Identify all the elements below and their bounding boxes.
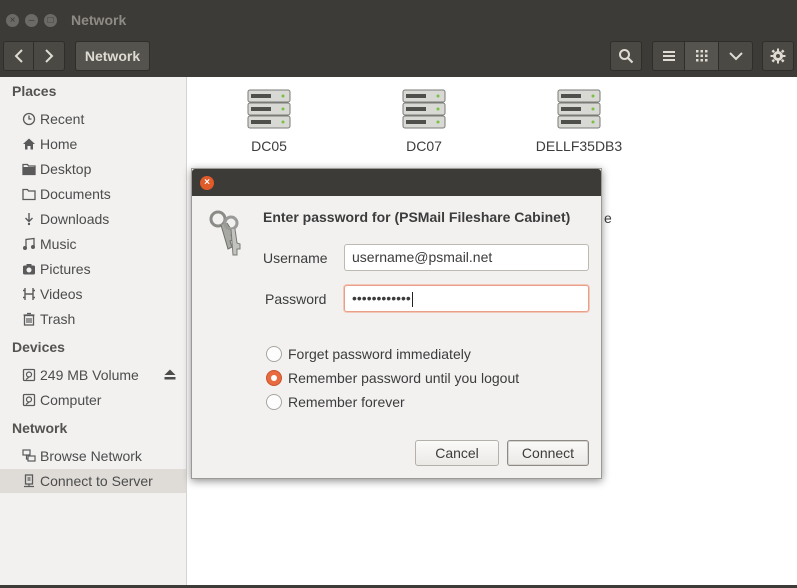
sidebar-item-trash[interactable]: Trash bbox=[0, 307, 186, 331]
sidebar-item-desktop[interactable]: Desktop bbox=[0, 157, 186, 181]
clock-icon bbox=[21, 111, 37, 127]
music-icon bbox=[21, 236, 37, 252]
home-icon bbox=[21, 136, 37, 152]
sidebar-item-label: Desktop bbox=[40, 161, 92, 177]
toolbar: Network bbox=[0, 37, 797, 77]
dialog-heading: Enter password for (PSMail Fileshare Cab… bbox=[263, 209, 571, 225]
sidebar-item-label: Connect to Server bbox=[40, 473, 153, 489]
dialog-titlebar: × bbox=[192, 169, 601, 196]
chevron-left-icon bbox=[14, 49, 23, 63]
back-button[interactable] bbox=[3, 41, 34, 71]
window-maximize-button[interactable]: □ bbox=[44, 14, 57, 27]
sidebar-item-label: Recent bbox=[40, 111, 85, 127]
sidebar-item-label: Browse Network bbox=[40, 448, 142, 464]
sidebar-item-label: Downloads bbox=[40, 211, 110, 227]
keys-icon bbox=[209, 210, 241, 256]
server-item-dc07[interactable]: DC07 bbox=[369, 89, 479, 154]
username-label: Username bbox=[263, 250, 328, 266]
server-item-dellf35db3[interactable]: DELLF35DB3 bbox=[524, 89, 634, 154]
sidebar-item-computer[interactable]: Computer bbox=[0, 388, 186, 412]
network-header: Network bbox=[12, 420, 68, 436]
sidebar-item-label: Computer bbox=[40, 392, 102, 408]
window-titlebar: × – □ Network bbox=[0, 0, 797, 37]
chevron-right-icon bbox=[45, 49, 54, 63]
download-icon bbox=[21, 211, 37, 227]
drive-icon bbox=[21, 392, 37, 408]
password-dialog: × Enter password for (PSMail Fileshare C… bbox=[191, 168, 602, 479]
forward-button[interactable] bbox=[33, 41, 65, 71]
sidebar-item-label: Documents bbox=[40, 186, 111, 202]
radio-button-checked[interactable] bbox=[266, 370, 282, 386]
gear-icon bbox=[770, 48, 786, 64]
server-icon bbox=[247, 89, 291, 129]
option-remember-forever[interactable]: Remember forever bbox=[266, 394, 405, 410]
camera-icon bbox=[21, 261, 37, 277]
drive-icon bbox=[21, 367, 37, 383]
server-connect-icon bbox=[21, 473, 37, 489]
grid-icon bbox=[695, 50, 707, 62]
folder-icon bbox=[21, 161, 37, 177]
search-icon bbox=[619, 49, 634, 64]
dialog-close-button[interactable]: × bbox=[200, 176, 214, 190]
sidebar-item-label: Videos bbox=[40, 286, 83, 302]
window-minimize-button[interactable]: – bbox=[25, 14, 38, 27]
path-bar-button[interactable]: Network bbox=[75, 41, 150, 71]
partially-hidden-label: e bbox=[604, 210, 612, 226]
cancel-button[interactable]: Cancel bbox=[415, 440, 499, 466]
password-field[interactable]: •••••••••••• bbox=[344, 285, 589, 312]
sidebar-item-home[interactable]: Home bbox=[0, 132, 186, 156]
sidebar-item-label: Trash bbox=[40, 311, 76, 327]
trash-icon bbox=[21, 311, 37, 327]
sidebar-item-downloads[interactable]: Downloads bbox=[0, 207, 186, 231]
sidebar-item-pictures[interactable]: Pictures bbox=[0, 257, 186, 281]
connect-button[interactable]: Connect bbox=[507, 440, 589, 466]
radio-button[interactable] bbox=[266, 346, 282, 362]
server-label: DC05 bbox=[251, 138, 287, 154]
username-value: username@psmail.net bbox=[352, 249, 493, 265]
sidebar-item-documents[interactable]: Documents bbox=[0, 182, 186, 206]
server-item-dc05[interactable]: DC05 bbox=[214, 89, 324, 154]
sidebar-item-label: Music bbox=[40, 236, 77, 252]
eject-icon[interactable] bbox=[164, 369, 176, 380]
password-label: Password bbox=[265, 291, 327, 307]
server-label: DC07 bbox=[406, 138, 442, 154]
option-label: Remember password until you logout bbox=[288, 370, 520, 386]
view-options-button[interactable] bbox=[718, 41, 753, 71]
list-view-button[interactable] bbox=[652, 41, 685, 71]
sidebar-item-music[interactable]: Music bbox=[0, 232, 186, 256]
chevron-down-icon bbox=[728, 52, 743, 61]
places-header: Places bbox=[12, 83, 57, 99]
grid-view-button[interactable] bbox=[684, 41, 719, 71]
window-title: Network bbox=[71, 12, 127, 28]
username-field[interactable]: username@psmail.net bbox=[344, 244, 589, 271]
server-icon bbox=[557, 89, 601, 129]
option-forget-immediately[interactable]: Forget password immediately bbox=[266, 346, 471, 362]
film-icon bbox=[21, 286, 37, 302]
devices-header: Devices bbox=[12, 339, 65, 355]
server-icon bbox=[402, 89, 446, 129]
list-icon bbox=[662, 51, 675, 61]
option-remember-until-logout[interactable]: Remember password until you logout bbox=[266, 370, 519, 386]
search-button[interactable] bbox=[610, 41, 642, 71]
radio-button[interactable] bbox=[266, 394, 282, 410]
sidebar: Places Recent Home Desktop Documents Dow… bbox=[0, 77, 187, 585]
option-label: Remember forever bbox=[288, 394, 405, 410]
settings-menu-button[interactable] bbox=[762, 41, 794, 71]
sidebar-item-label: Pictures bbox=[40, 261, 91, 277]
sidebar-item-label: 249 MB Volume bbox=[40, 367, 139, 383]
sidebar-item-label: Home bbox=[40, 136, 78, 152]
sidebar-item-browse-network[interactable]: Browse Network bbox=[0, 444, 186, 468]
server-label: DELLF35DB3 bbox=[535, 138, 623, 154]
window-close-button[interactable]: × bbox=[6, 14, 19, 27]
sidebar-item-videos[interactable]: Videos bbox=[0, 282, 186, 306]
document-icon bbox=[21, 186, 37, 202]
text-caret bbox=[411, 291, 413, 307]
sidebar-item-connect-to-server[interactable]: Connect to Server bbox=[0, 469, 186, 493]
option-label: Forget password immediately bbox=[288, 346, 471, 362]
password-value: •••••••••••• bbox=[352, 290, 411, 306]
sidebar-item-volume[interactable]: 249 MB Volume bbox=[0, 363, 186, 387]
network-icon bbox=[21, 448, 37, 464]
sidebar-item-recent[interactable]: Recent bbox=[0, 107, 186, 131]
